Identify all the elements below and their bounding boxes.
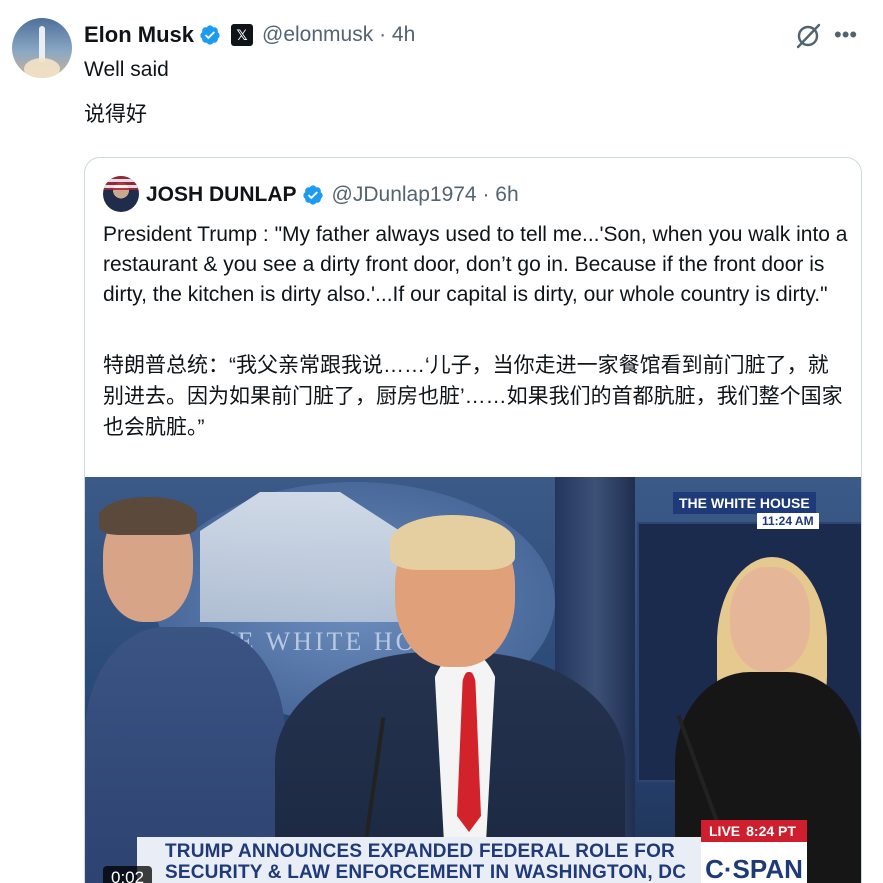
post-header: Elon Musk 𝕏 @elonmusk · 4h xyxy=(84,20,415,50)
more-icon[interactable]: ••• xyxy=(834,22,857,48)
quoted-post[interactable]: JOSH DUNLAP @JDunlap1974 · 6h President … xyxy=(84,157,862,883)
video-player[interactable]: THE WHITE HO THE WHITE HOUSE 11:24 AM TR… xyxy=(85,477,861,883)
x-affiliation-icon: 𝕏 xyxy=(231,24,254,46)
live-label: LIVE xyxy=(709,823,741,839)
cspan-logo: C·SPAN xyxy=(701,842,807,883)
quoted-text-chinese: 特朗普总统：“我父亲常跟我说……‘儿子，当你走进一家餐馆看到前门脏了，就别进去。… xyxy=(103,354,843,439)
grok-icon[interactable] xyxy=(793,21,823,51)
post-avatar[interactable] xyxy=(12,18,72,78)
quoted-author-name[interactable]: JOSH DUNLAP xyxy=(146,183,297,207)
quoted-post-header: JOSH DUNLAP @JDunlap1974 · 6h xyxy=(146,180,519,210)
author-handle-text[interactable]: @elonmusk xyxy=(262,23,373,46)
quoted-author-handle-text[interactable]: @JDunlap1974 xyxy=(332,183,477,206)
quoted-text-english: President Trump : "My father always used… xyxy=(103,223,848,306)
white-house-badge: THE WHITE HOUSE xyxy=(673,492,816,514)
quoted-author-handle[interactable]: @JDunlap1974 · 6h xyxy=(332,183,519,207)
quoted-author-avatar[interactable] xyxy=(103,176,139,212)
video-timecode: 0:02 xyxy=(103,866,153,883)
verified-badge-icon xyxy=(302,185,323,205)
live-time: 8:24 PT xyxy=(746,823,796,839)
post-text-line-1: Well said xyxy=(84,58,169,81)
white-house-time: 11:24 AM xyxy=(757,513,819,529)
verified-badge-icon xyxy=(200,25,220,45)
post-text-line-2: 说得好 xyxy=(84,103,147,126)
chyron-line-2: SECURITY & LAW ENFORCEMENT IN WASHINGTON… xyxy=(165,862,687,883)
author-handle[interactable]: @elonmusk · 4h xyxy=(262,23,415,47)
author-name[interactable]: Elon Musk xyxy=(84,22,194,48)
chyron-line-1: TRUMP ANNOUNCES EXPANDED FEDERAL ROLE FO… xyxy=(165,841,675,862)
post-time[interactable]: · 4h xyxy=(379,23,415,46)
live-indicator: LIVE 8:24 PT xyxy=(701,820,807,842)
news-chyron: TRUMP ANNOUNCES EXPANDED FEDERAL ROLE FO… xyxy=(137,837,701,883)
white-house-image xyxy=(200,492,400,622)
quoted-post-time[interactable]: · 6h xyxy=(482,183,518,206)
